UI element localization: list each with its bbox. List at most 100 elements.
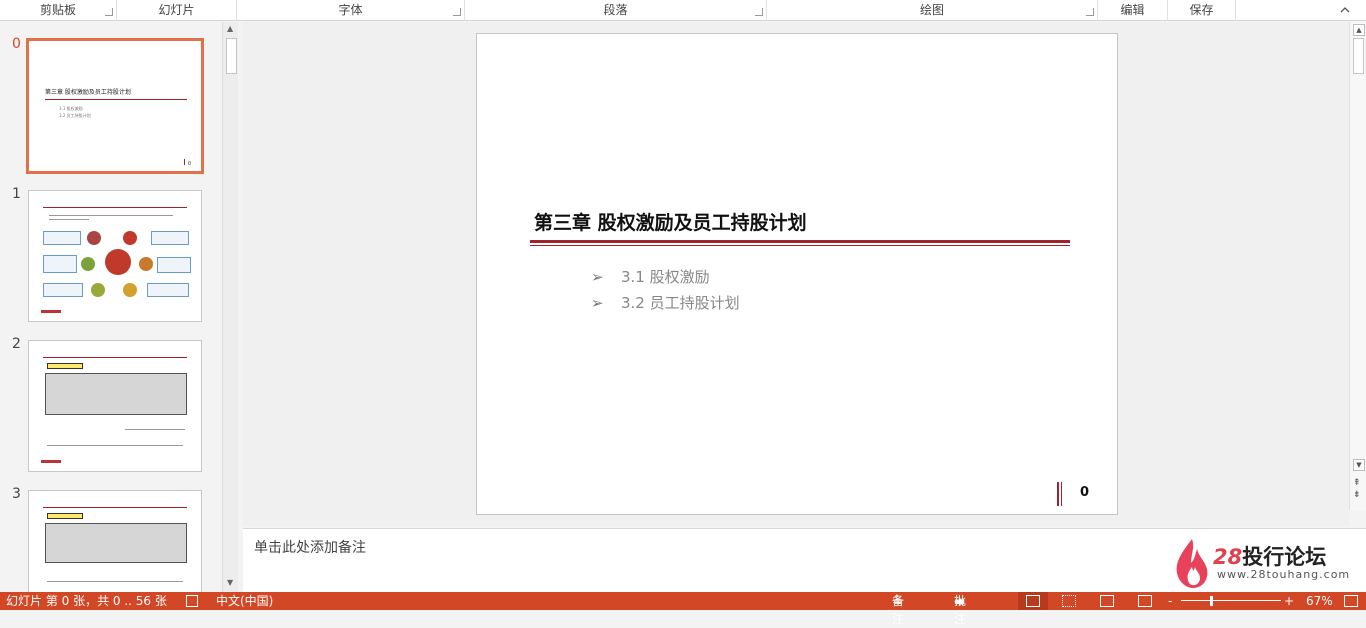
thumbnail-title: 第三章 股权激励及员工持股计划: [45, 89, 131, 96]
thumbnail-logo: [41, 460, 61, 463]
slide-thumbnail-3[interactable]: [28, 490, 202, 592]
scrollbar-thumb[interactable]: [226, 38, 237, 74]
ribbon-group-label: 段落: [603, 3, 628, 17]
notes-placeholder[interactable]: 单击此处添加备注: [254, 537, 366, 557]
reading-view-icon[interactable]: [1100, 595, 1114, 607]
next-slide-icon[interactable]: ⇟: [1353, 489, 1361, 501]
scroll-down-icon[interactable]: ▼: [227, 578, 233, 587]
language-indicator[interactable]: 中文(中国): [216, 592, 273, 610]
dialog-launcher-icon[interactable]: [755, 8, 763, 16]
ribbon-group-clipboard[interactable]: 剪贴板: [0, 0, 117, 21]
zoom-out-button[interactable]: -: [1168, 592, 1172, 610]
slide-title[interactable]: 第三章 股权激励及员工持股计划: [534, 208, 807, 235]
thumbnail-page-number: 0: [184, 159, 191, 167]
scroll-up-icon[interactable]: ▲: [227, 24, 233, 33]
title-rule: [530, 245, 1070, 246]
title-rule: [530, 240, 1070, 243]
zoom-slider-knob[interactable]: [1210, 596, 1213, 606]
ribbon-group-paragraph[interactable]: 段落: [465, 0, 767, 21]
ribbon-group-label: 编辑: [1120, 3, 1145, 17]
ribbon: 剪贴板 幻灯片 字体 段落 绘图 编辑 保存: [0, 0, 1366, 21]
slide-thumbnail-1[interactable]: [28, 190, 202, 322]
zoom-slider-track[interactable]: [1181, 600, 1281, 601]
ribbon-group-label: 幻灯片: [158, 3, 195, 17]
thumbnail-rule: [43, 507, 187, 508]
thumbnail-number: 2: [12, 336, 21, 352]
thumbnail-scrollbar[interactable]: ▲ ▼: [222, 22, 238, 592]
normal-view-button[interactable]: [1018, 592, 1048, 610]
ribbon-group-drawing[interactable]: 绘图: [767, 0, 1098, 21]
ribbon-group-label: 剪贴板: [39, 3, 76, 17]
slide-page-number: 0: [1057, 482, 1097, 508]
slide-count-info: 幻灯片 第 0 张，共 0 .. 56 张: [6, 594, 167, 608]
scrollbar-thumb[interactable]: [1353, 38, 1364, 74]
slide-thumbnail-2[interactable]: [28, 340, 202, 472]
dialog-launcher-icon[interactable]: [105, 8, 113, 16]
diagram-circle: [139, 257, 153, 271]
notes-toggle-label: 备注: [892, 594, 905, 626]
thumbnail-rule: [45, 99, 187, 100]
diagram-circle: [87, 231, 101, 245]
thumbnail-item: 3.1 股权激励: [59, 106, 83, 111]
thumbnail-text-box: [45, 523, 187, 563]
watermark-number: 28: [1213, 545, 1243, 569]
comments-toggle-label: 批注: [954, 594, 967, 626]
flame-icon: [1176, 539, 1208, 588]
zoom-in-button[interactable]: +: [1284, 592, 1294, 610]
fit-to-window-icon[interactable]: [1344, 595, 1358, 607]
diagram-box: [43, 231, 81, 245]
scroll-up-icon[interactable]: ▲: [1353, 24, 1365, 36]
slide-nav-arrows: ⇞ ⇟: [1353, 477, 1361, 501]
diagram-box: [157, 257, 191, 273]
watermark-title: 28投行论坛: [1213, 541, 1326, 571]
diagram-circle: [123, 283, 137, 297]
zoom-level[interactable]: 67%: [1306, 592, 1333, 610]
timeline-line: [47, 581, 183, 582]
thumbnail-rule: [43, 357, 187, 358]
slide-bullet-item[interactable]: ➢ 3.2 员工持股计划: [591, 292, 740, 313]
status-bar: 幻灯片 第 0 张，共 0 .. 56 张 中文(中国) ≟ 备注 ▬ 批注 -…: [0, 592, 1366, 626]
thumbnail-item: 3.2 员工持股计划: [59, 113, 91, 118]
ribbon-group-editing[interactable]: 编辑: [1098, 0, 1168, 21]
dialog-launcher-icon[interactable]: [453, 8, 461, 16]
bullet-arrow-icon: ➢: [591, 294, 604, 312]
bullet-arrow-icon: ➢: [591, 268, 604, 286]
bullet-text: 3.1 股权激励: [621, 268, 710, 286]
ribbon-group-label: 字体: [338, 3, 363, 17]
slide-thumbnail-0[interactable]: 第三章 股权激励及员工持股计划 3.1 股权激励 3.2 员工持股计划 0: [26, 38, 204, 174]
slide-sorter-icon[interactable]: [1062, 595, 1076, 607]
notes-pane[interactable]: 单击此处添加备注 28投行论坛 www.28touhang.com: [243, 528, 1366, 592]
dialog-launcher-icon[interactable]: [1086, 8, 1094, 16]
thumbnail-text-line: [49, 219, 89, 220]
slide-thumbnail-pane: 0 第三章 股权激励及员工持股计划 3.1 股权激励 3.2 员工持股计划 0 …: [0, 22, 238, 592]
bullet-text: 3.2 员工持股计划: [621, 294, 740, 312]
diagram-center-circle: [105, 249, 131, 275]
ribbon-group-label: 保存: [1189, 3, 1214, 17]
diagram-box: [147, 283, 189, 297]
thumbnail-logo: [41, 310, 61, 313]
thumbnail-number: 1: [12, 186, 21, 202]
thumbnail-tag: [47, 513, 83, 519]
diagram-box: [151, 231, 189, 245]
thumbnail-tag: [47, 363, 83, 369]
thumbnail-number: 0: [12, 36, 21, 52]
diagram-box: [43, 255, 77, 273]
spell-check-icon[interactable]: [186, 595, 198, 607]
normal-view-icon: [1026, 595, 1040, 607]
timeline-line: [47, 445, 183, 446]
slide-scrollbar[interactable]: ▲ ▼: [1349, 22, 1366, 510]
scroll-down-icon[interactable]: ▼: [1353, 459, 1365, 471]
page-marker: [1061, 482, 1062, 506]
ribbon-group-label: 绘图: [919, 3, 944, 17]
slide-editing-area: 第三章 股权激励及员工持股计划 ➢ 3.1 股权激励 ➢ 3.2 员工持股计划 0: [243, 22, 1349, 526]
thumbnail-text-line: [49, 215, 173, 216]
ribbon-group-save[interactable]: 保存: [1168, 0, 1236, 21]
thumbnail-text-box: [45, 373, 187, 415]
current-slide[interactable]: 第三章 股权激励及员工持股计划 ➢ 3.1 股权激励 ➢ 3.2 员工持股计划 0: [476, 33, 1118, 515]
slide-bullet-item[interactable]: ➢ 3.1 股权激励: [591, 266, 710, 287]
previous-slide-icon[interactable]: ⇞: [1353, 477, 1361, 489]
ribbon-group-font[interactable]: 字体: [237, 0, 465, 21]
collapse-ribbon-icon[interactable]: [1340, 4, 1350, 17]
ribbon-group-slides[interactable]: 幻灯片: [117, 0, 237, 21]
slideshow-icon[interactable]: [1138, 595, 1152, 607]
